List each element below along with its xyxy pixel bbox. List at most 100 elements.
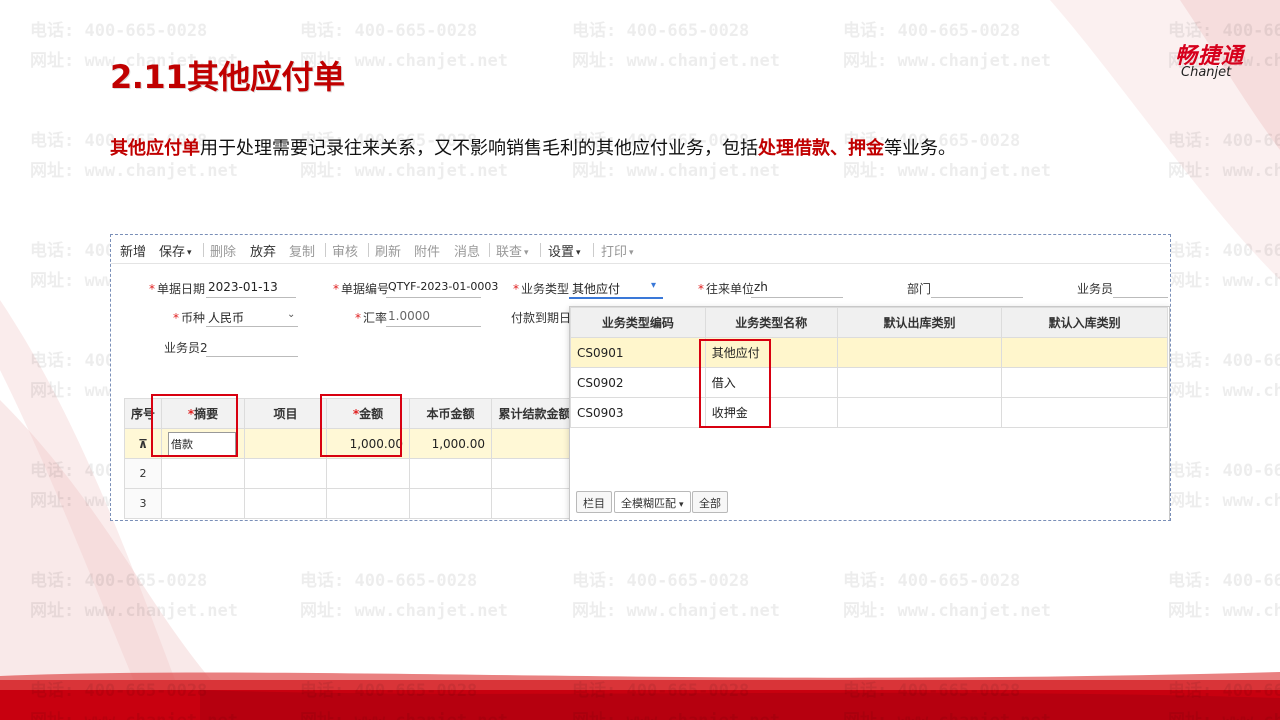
field-underline (386, 297, 481, 298)
biz-code-cell[interactable]: CS0901 (570, 337, 706, 368)
summary-cell[interactable] (161, 488, 246, 519)
toolbar-divider (489, 243, 490, 257)
base-amount-cell[interactable]: 1,000.00 (409, 428, 493, 459)
match-mode-select[interactable]: 全模糊匹配 ▾ (614, 491, 691, 513)
print-button[interactable]: 打印 ▾ (601, 241, 634, 260)
out-category-cell[interactable] (836, 337, 1003, 368)
seq-cell: 3 (123, 488, 163, 519)
biz-type-select[interactable]: 其他应付 (572, 280, 620, 297)
base-amount-cell[interactable] (409, 488, 493, 519)
watermark-text: 电话: 400-665-0028网址: www.chanjet.net (572, 21, 780, 71)
doc-date-label: * 单据日期 (149, 282, 206, 296)
new-button[interactable]: 新增 (120, 241, 146, 260)
attachment-button[interactable]: 附件 (414, 241, 440, 260)
watermark-text: 电话: 400-665-0028网址: www.chanjet.net (1168, 571, 1280, 621)
field-underline (931, 297, 1023, 298)
slide-description: 其他应付单用于处理需要记录往来关系，又不影响销售毛利的其他应付业务，包括处理借款… (110, 134, 956, 160)
field-underline (1113, 297, 1168, 298)
in-category-cell[interactable] (1001, 397, 1168, 428)
table-row[interactable]: ⊼ 借款 1,000.00 1,000.00 (123, 428, 579, 459)
col-seq-header: 序号 (123, 398, 163, 429)
desc-text-1: 用于处理需要记录往来关系，又不影响销售毛利的其他应付业务，包括 (200, 138, 758, 159)
biz-code-cell[interactable]: CS0902 (570, 367, 706, 398)
summary-cell[interactable]: 借款 (161, 428, 246, 459)
amount-cell[interactable] (326, 488, 411, 519)
rate-field[interactable]: 1.0000 (388, 309, 430, 323)
table-row[interactable]: 3 (123, 488, 579, 519)
currency-select[interactable]: 人民币 (208, 309, 244, 326)
biz-type-dropdown: 业务类型编码 业务类型名称 默认出库类别 默认入库类别 CS0901 其他应付 … (569, 306, 1170, 520)
watermark-text: 电话: 400-665-0028网址: www.chanjet.net (1168, 681, 1280, 720)
chevron-down-icon: ▾ (524, 248, 529, 258)
voucher-screenshot: 新增 保存 ▾ 删除 放弃 复制 审核 刷新 附件 消息 联查 ▾ 设置 ▾ 打印 ▾ … (110, 234, 1171, 521)
copy-button[interactable]: 复制 (289, 241, 315, 260)
biz-type-table: 业务类型编码 业务类型名称 默认出库类别 默认入库类别 CS0901 其他应付 … (570, 307, 1168, 428)
biz-code-cell[interactable]: CS0903 (570, 397, 706, 428)
project-cell[interactable] (244, 458, 328, 489)
chevron-down-icon: ▾ (679, 500, 684, 510)
field-underline (751, 297, 843, 298)
slide-title: 2.11其他应付单 (110, 58, 345, 96)
amount-cell[interactable] (326, 458, 411, 489)
watermark-text: 电话: 400-665-0028网址: www.chanjet.net (1168, 241, 1280, 291)
detail-grid: 序号 *摘要 项目 *金额 本币金额 累计结款金额 ⊼ 借款 1,000.00 … (123, 398, 579, 519)
biz-name-cell[interactable]: 其他应付 (704, 337, 838, 368)
watermark-text: 电话: 400-665-0028网址: www.chanjet.net (30, 571, 238, 621)
partner-field[interactable]: zh (754, 280, 768, 294)
audit-button[interactable]: 审核 (332, 241, 358, 260)
out-category-cell[interactable] (836, 367, 1003, 398)
desc-highlight-1: 其他应付单 (110, 138, 200, 159)
field-underline (206, 297, 296, 298)
list-item[interactable]: CS0901 其他应付 (570, 337, 1168, 368)
settled-cell[interactable] (491, 488, 579, 519)
logo-en-text: Chanjet (1181, 65, 1232, 80)
show-all-button[interactable]: 全部 (692, 491, 728, 513)
chevron-down-icon: ▾ (629, 248, 634, 258)
watermark-text: 电话: 400-665-0028网址: www.chanjet.net (30, 681, 238, 720)
partner-label: * 往来单位 (698, 282, 755, 296)
biz-name-cell[interactable]: 收押金 (704, 397, 838, 428)
columns-button[interactable]: 栏目 (576, 491, 612, 513)
out-category-cell[interactable] (836, 397, 1003, 428)
settled-cell[interactable] (491, 458, 579, 489)
list-item[interactable]: CS0902 借入 (570, 367, 1168, 398)
dept-label: 部门 (907, 282, 932, 296)
field-underline (569, 297, 663, 299)
refresh-button[interactable]: 刷新 (375, 241, 401, 260)
currency-label: * 币种 (173, 311, 206, 325)
due-date-label: 付款到期日 (511, 311, 572, 325)
watermark-text: 电话: 400-665-0028网址: www.chanjet.net (1168, 351, 1280, 401)
base-amount-cell[interactable] (409, 458, 493, 489)
settled-cell[interactable] (491, 428, 579, 459)
message-button[interactable]: 消息 (454, 241, 480, 260)
col-project-header: 项目 (244, 398, 328, 429)
watermark-text: 电话: 400-665-0028网址: www.chanjet.net (300, 681, 508, 720)
chevron-down-icon: ▾ (576, 248, 581, 258)
toolbar-divider (325, 243, 326, 257)
doc-no-label: * 单据编号 (333, 282, 390, 296)
in-category-cell[interactable] (1001, 337, 1168, 368)
field-underline (386, 326, 481, 327)
table-row[interactable]: 2 (123, 458, 579, 489)
link-query-button[interactable]: 联查 ▾ (496, 241, 529, 260)
delete-button[interactable]: 删除 (210, 241, 236, 260)
salesman2-label: 业务员2 (164, 341, 208, 355)
project-cell[interactable] (244, 488, 328, 519)
save-button[interactable]: 保存 ▾ (159, 241, 192, 260)
settings-button[interactable]: 设置 ▾ (548, 241, 581, 260)
biz-name-cell[interactable]: 借入 (704, 367, 838, 398)
discard-button[interactable]: 放弃 (250, 241, 276, 260)
col-code-header: 业务类型编码 (570, 307, 706, 338)
summary-cell[interactable] (161, 458, 246, 489)
amount-cell[interactable]: 1,000.00 (326, 428, 411, 459)
project-cell[interactable] (244, 428, 328, 459)
field-underline (206, 356, 298, 357)
doc-date-field[interactable]: 2023-01-13 (208, 280, 278, 294)
doc-no-field[interactable]: QTYF-2023-01-0003 (388, 280, 498, 293)
row-edit-icon[interactable]: ⊼ (123, 428, 163, 459)
biz-type-label: * 业务类型 (513, 282, 570, 296)
in-category-cell[interactable] (1001, 367, 1168, 398)
chevron-down-icon[interactable]: ⌄ (287, 309, 295, 320)
list-item[interactable]: CS0903 收押金 (570, 397, 1168, 428)
chevron-down-icon[interactable]: ▾ (651, 280, 656, 291)
